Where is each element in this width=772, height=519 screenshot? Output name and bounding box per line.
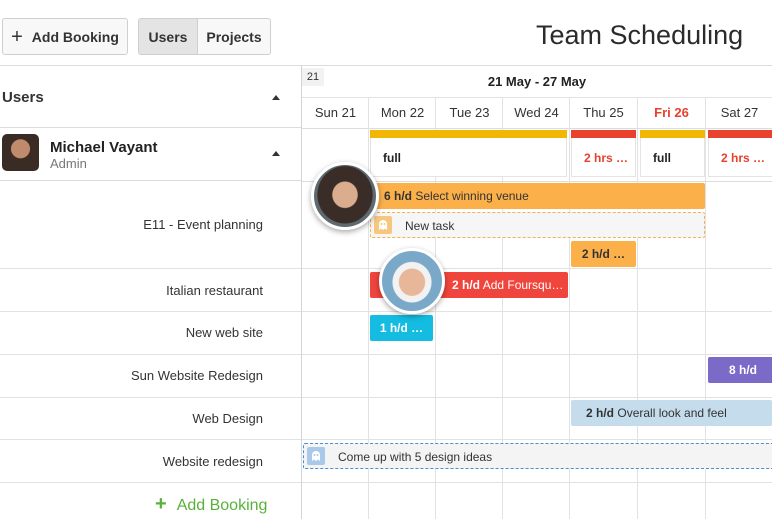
users-column-header: Users	[0, 65, 301, 128]
booking-bar-new[interactable]: New task	[370, 212, 705, 238]
project-label: Sun Website Redesign	[130, 368, 263, 383]
project-label: New web site	[185, 325, 263, 340]
ghost-icon	[307, 447, 325, 465]
users-header-label: Users	[2, 89, 44, 106]
assignee-avatar[interactable]	[311, 162, 379, 230]
booking-hours: 1 h/d …	[379, 321, 424, 335]
users-view-button[interactable]: Users	[138, 18, 198, 55]
header-bottom-border	[302, 128, 772, 129]
row-divider	[0, 397, 772, 398]
day-header-mon: Mon 22	[380, 105, 425, 120]
booking-bar[interactable]: 2 h/d …	[571, 241, 636, 267]
booking-task: Add Foursqu…	[482, 278, 564, 292]
booking-hours: 2 h/d …	[581, 247, 626, 261]
booking-bar[interactable]: 1 h/d …	[370, 315, 433, 341]
load-label: 2 hrs …	[584, 151, 629, 165]
booking-bar[interactable]: 2 h/d Overall look and feel	[571, 400, 772, 426]
row-divider	[0, 311, 772, 312]
day-header-wed: Wed 24	[514, 105, 559, 120]
day-header-sun: Sun 21	[314, 105, 357, 120]
week-range: 21 May - 27 May	[487, 74, 587, 89]
plus-icon: +	[11, 25, 23, 48]
load-cell[interactable]: full	[640, 130, 705, 177]
row-divider	[0, 354, 772, 355]
row-divider	[0, 482, 772, 483]
project-label: E11 - Event planning	[143, 217, 263, 232]
day-header-tue: Tue 23	[449, 105, 490, 120]
load-label: 2 hrs …	[721, 151, 766, 165]
user-name: Michael Vayant	[50, 139, 158, 156]
row-divider	[0, 439, 772, 440]
booking-hours: 6 h/d	[384, 189, 413, 203]
project-label: Italian restaurant	[166, 283, 263, 298]
add-booking-button[interactable]: + Add Booking	[2, 18, 128, 55]
booking-task: Select winning venue	[415, 189, 529, 203]
collapse-caret-icon[interactable]	[272, 151, 280, 156]
plus-icon: +	[155, 493, 167, 515]
booking-bar[interactable]: 8 h/d	[708, 357, 772, 383]
day-header-fri: Fri 26	[654, 105, 689, 120]
projects-view-button[interactable]: Projects	[197, 18, 271, 55]
load-cell[interactable]: 2 hrs …	[708, 130, 772, 177]
booking-bar-tentative[interactable]: Come up with 5 design ideas	[303, 443, 772, 469]
load-label: full	[383, 151, 401, 165]
load-strip	[640, 130, 705, 138]
page-title: Team Scheduling	[536, 20, 744, 50]
header-top-border	[302, 65, 772, 66]
load-cell[interactable]: full	[370, 130, 567, 177]
booking-hours: 2 h/d	[586, 406, 615, 420]
booking-hours: 2 h/d	[452, 278, 481, 292]
booking-bar[interactable]: 6 h/d Select winning venue	[370, 183, 705, 209]
load-strip	[370, 130, 567, 138]
load-strip	[571, 130, 636, 138]
load-cell[interactable]: 2 hrs …	[571, 130, 636, 177]
collapse-caret-icon[interactable]	[272, 95, 280, 100]
load-label: full	[653, 151, 671, 165]
scheduler-app: + Add Booking Users Projects Team Schedu…	[0, 0, 772, 519]
avatar	[2, 134, 39, 171]
add-booking-link[interactable]: + Add Booking	[155, 493, 267, 516]
add-booking-link-label: Add Booking	[176, 497, 268, 514]
user-row[interactable]: Michael Vayant Admin	[0, 128, 301, 181]
load-strip	[708, 130, 772, 138]
assignee-avatar[interactable]	[379, 248, 445, 314]
booking-task: New task	[405, 219, 455, 233]
booking-hours: 8 h/d	[728, 363, 757, 377]
booking-task: Overall look and feel	[617, 406, 727, 420]
booking-task: Come up with 5 design ideas	[338, 450, 493, 464]
day-header-thu: Thu 25	[583, 105, 624, 120]
user-role: Admin	[50, 156, 87, 171]
project-label: Web Design	[192, 411, 263, 426]
ghost-icon	[374, 216, 392, 234]
add-booking-label: Add Booking	[31, 28, 119, 45]
panel-divider	[301, 65, 302, 519]
project-label: Website redesign	[162, 454, 263, 469]
day-header-sat: Sat 27	[720, 105, 759, 120]
